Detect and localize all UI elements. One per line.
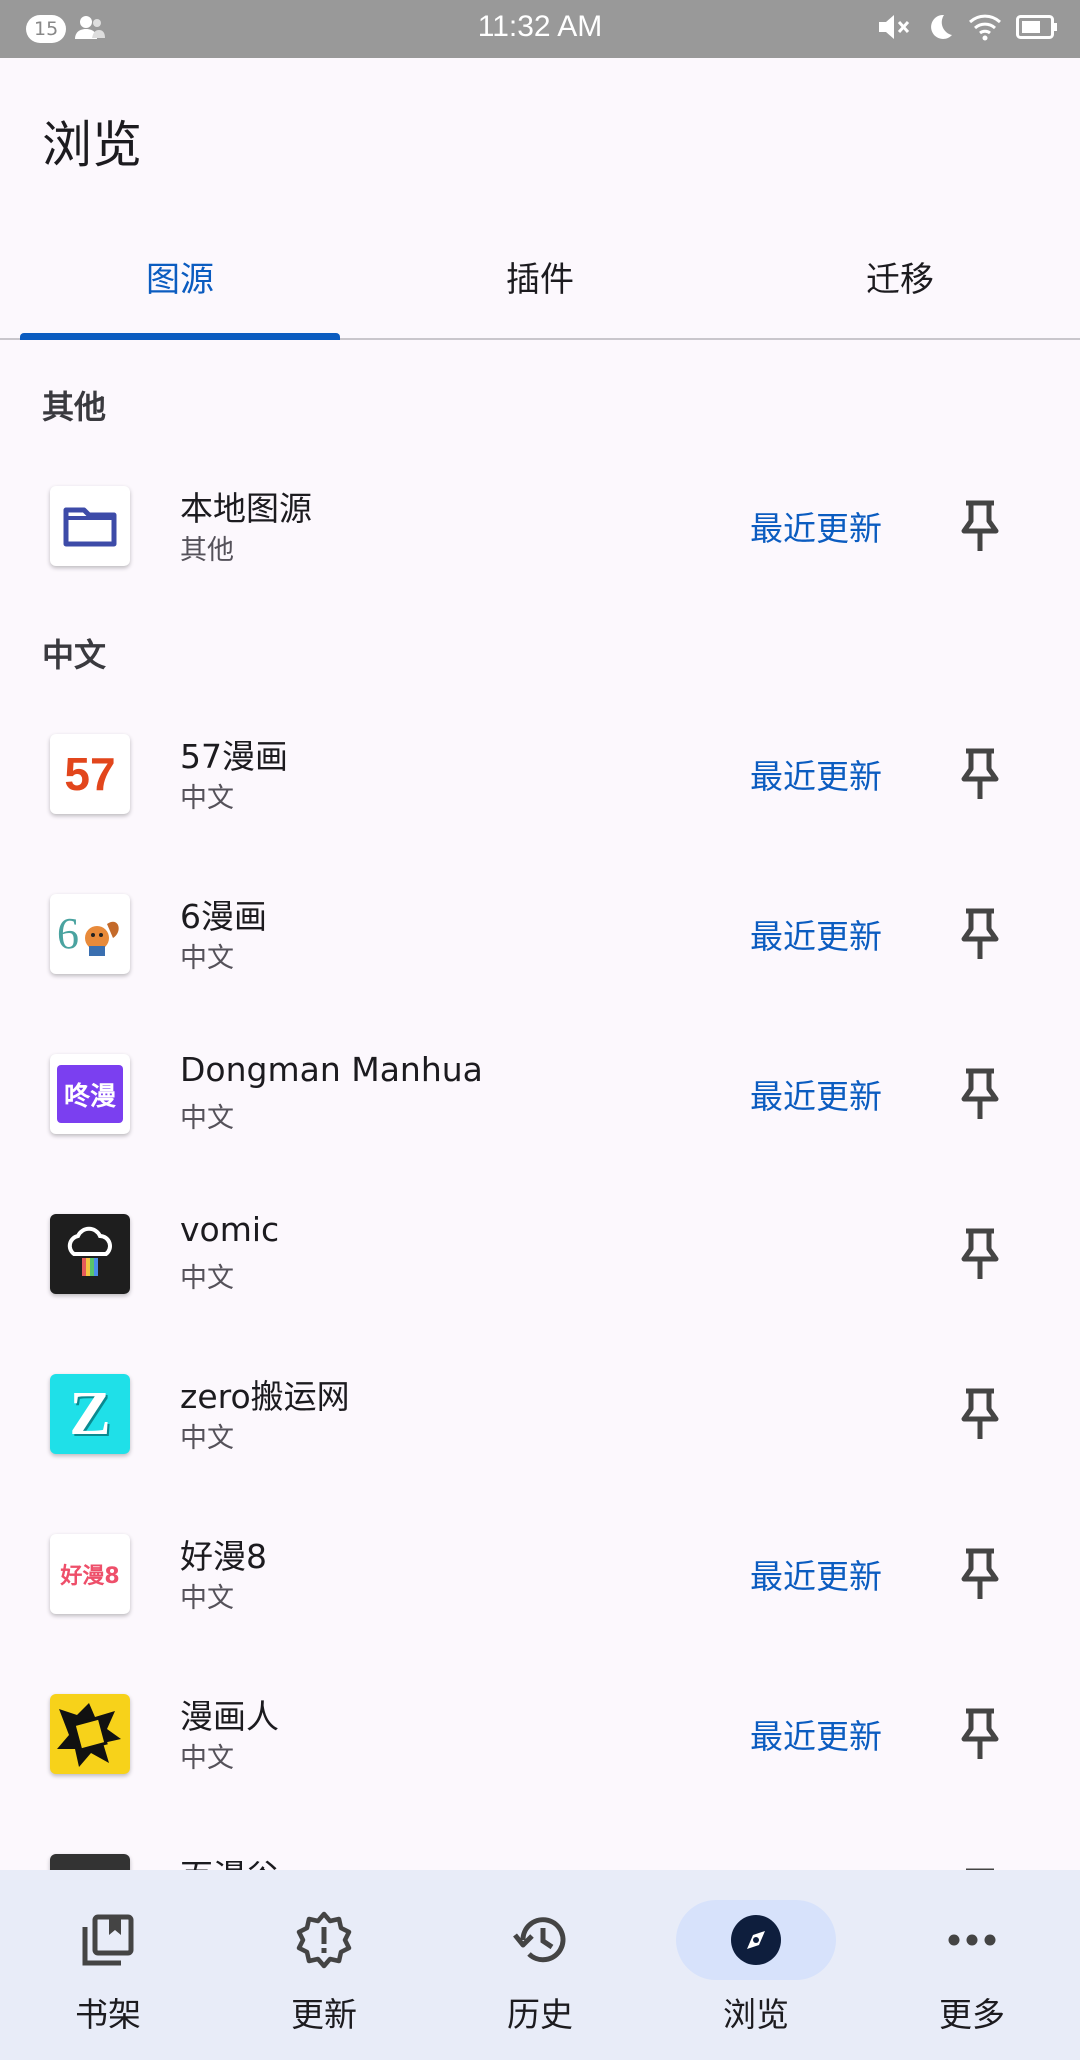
history-icon (460, 1900, 620, 1980)
latest-button[interactable]: 最近更新 (750, 502, 882, 550)
source-row-haoman8[interactable]: 好漫8 好漫8 中文 最近更新 (0, 1500, 1080, 1650)
source-lang: 中文 (180, 1103, 234, 1134)
pin-icon[interactable] (955, 1384, 1005, 1444)
source-row-manhuaren[interactable]: 漫画人 中文 最近更新 (0, 1660, 1080, 1810)
updates-icon (244, 1900, 404, 1980)
nav-label: 浏览 (723, 1995, 789, 2034)
source-name: 好漫8 (180, 1537, 267, 1576)
section-header-chinese: 中文 (42, 636, 107, 674)
wifi-icon (968, 13, 1002, 45)
source-name: 6漫画 (180, 897, 267, 936)
source-name: 本地图源 (180, 489, 312, 528)
nav-item-library[interactable]: 书架 (0, 1870, 216, 2060)
latest-button[interactable]: 最近更新 (750, 1550, 882, 1598)
nav-item-browse[interactable]: 浏览 (648, 1870, 864, 2060)
source-row-vomic[interactable]: vomic 中文 (0, 1180, 1080, 1330)
source-name: 漫画人 (180, 1697, 279, 1736)
vomic-logo-icon (50, 1214, 130, 1294)
bottom-navigation: 书架 更新 历史 浏览 更多 (0, 1870, 1080, 2060)
source-row-6manhua[interactable]: 6 6漫画 中文 最近更新 (0, 860, 1080, 1010)
haoman8-logo-icon: 好漫8 (50, 1534, 130, 1614)
pin-icon[interactable] (955, 1544, 1005, 1604)
latest-button[interactable]: 最近更新 (750, 910, 882, 958)
6manhua-logo-icon: 6 (50, 894, 130, 974)
dongman-logo-icon: 咚漫 (50, 1054, 130, 1134)
source-name: vomic (180, 1210, 280, 1249)
source-name: 57漫画 (180, 737, 288, 776)
nav-item-updates[interactable]: 更新 (216, 1870, 432, 2060)
source-row-zero[interactable]: Z zero搬运网 中文 (0, 1340, 1080, 1490)
source-lang: 中文 (180, 943, 234, 974)
nav-item-history[interactable]: 历史 (432, 1870, 648, 2060)
tab-migrate[interactable]: 迁移 (720, 230, 1080, 338)
compass-icon (676, 1900, 836, 1980)
nav-label: 书架 (75, 1995, 141, 2034)
moon-icon (926, 12, 954, 46)
haoman8-logo-text: 好漫8 (60, 1564, 120, 1589)
nav-item-more[interactable]: 更多 (864, 1870, 1080, 2060)
dongman-logo-text: 咚漫 (63, 1081, 116, 1112)
zero-logo-icon: Z (50, 1374, 130, 1454)
57-logo-text: 57 (64, 748, 116, 800)
source-lang: 其他 (180, 535, 234, 566)
tab-bar: 图源 插件 迁移 (0, 230, 1080, 340)
section-header-other: 其他 (42, 388, 107, 426)
source-lang: 中文 (180, 1423, 234, 1454)
source-lang: 中文 (180, 1583, 234, 1614)
source-name: Dongman Manhua (180, 1050, 483, 1089)
latest-button[interactable]: 最近更新 (750, 1070, 882, 1118)
source-name: zero搬运网 (180, 1377, 350, 1416)
mute-icon (876, 12, 912, 46)
source-lang: 中文 (180, 1743, 234, 1774)
tab-sources[interactable]: 图源 (0, 230, 360, 340)
nav-label: 历史 (507, 1995, 573, 2034)
pin-icon[interactable] (955, 904, 1005, 964)
source-row-dongman[interactable]: 咚漫 Dongman Manhua 中文 最近更新 (0, 1020, 1080, 1170)
battery-icon (1016, 14, 1058, 44)
status-bar: 15 11:32 AM (0, 0, 1080, 58)
latest-button[interactable]: 最近更新 (750, 1710, 882, 1758)
svg-text:6: 6 (57, 909, 79, 958)
57-logo-icon: 57 (50, 734, 130, 814)
more-icon (892, 1900, 1052, 1980)
folder-icon (50, 486, 130, 566)
manhuaren-logo-icon (50, 1694, 130, 1774)
pin-icon[interactable] (955, 1064, 1005, 1124)
pin-icon[interactable] (955, 1704, 1005, 1764)
nav-label: 更新 (291, 1995, 357, 2034)
source-lang: 中文 (180, 1263, 234, 1294)
source-row-local[interactable]: 本地图源 其他 最近更新 (0, 452, 1080, 602)
latest-button[interactable]: 最近更新 (750, 750, 882, 798)
source-lang: 中文 (180, 783, 234, 814)
pin-icon[interactable] (955, 744, 1005, 804)
pin-icon[interactable] (955, 496, 1005, 556)
nav-label: 更多 (939, 1995, 1005, 2034)
library-icon (28, 1900, 188, 1980)
source-row-57manhua[interactable]: 57 57漫画 中文 最近更新 (0, 700, 1080, 850)
tab-extensions[interactable]: 插件 (360, 230, 720, 338)
page-title: 浏览 (42, 116, 142, 174)
zero-logo-text: Z (69, 1379, 111, 1448)
pin-icon[interactable] (955, 1224, 1005, 1284)
